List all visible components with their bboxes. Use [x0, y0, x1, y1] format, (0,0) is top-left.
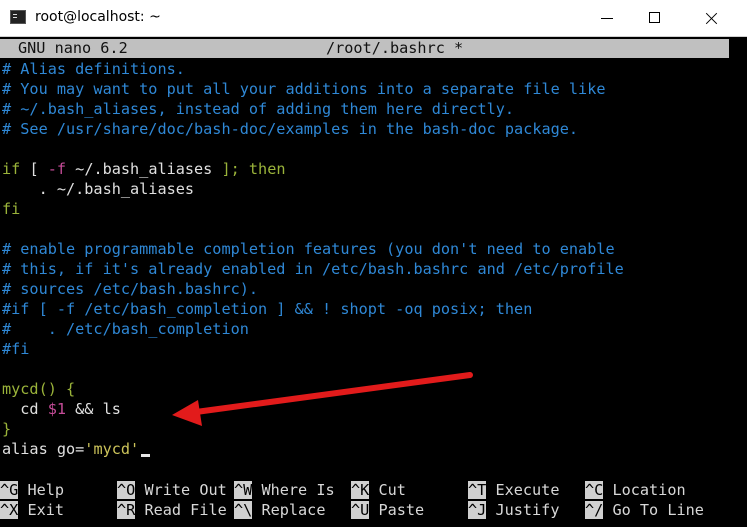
editor-line[interactable]: mycd() {	[2, 379, 75, 399]
shortcut-justify: ^J Justify	[468, 500, 559, 520]
shortcut-label: Write Out	[144, 481, 227, 499]
editor-line[interactable]: # this, if it's already enabled in /etc/…	[2, 259, 624, 279]
code-token: ~/.bash_aliases	[66, 160, 222, 178]
close-icon[interactable]	[688, 0, 734, 37]
editor-line[interactable]: #fi	[2, 339, 29, 359]
editor-line[interactable]: cd $1 && ls	[2, 399, 121, 419]
shortcut-key: ^C	[585, 481, 604, 499]
editor-line[interactable]: # Alias definitions.	[2, 59, 185, 79]
shortcut-replace: ^\ Replace	[234, 500, 325, 520]
window-titlebar[interactable]: root@localhost: ~	[0, 0, 747, 37]
shortcut-label: Location	[612, 481, 686, 499]
shortcut-key: ^R	[117, 501, 136, 519]
shortcut-write-out: ^O Write Out	[117, 480, 227, 500]
editor-line[interactable]: # See /usr/share/doc/bash-doc/examples i…	[2, 119, 578, 139]
editor-line[interactable]: }	[2, 419, 11, 439]
shortcut-label: Go To Line	[612, 501, 704, 519]
shortcut-label: Exit	[27, 501, 65, 519]
code-token: && ls	[66, 400, 121, 418]
shortcut-key: ^X	[0, 501, 19, 519]
maximize-icon[interactable]	[632, 0, 678, 37]
editor-line[interactable]: # enable programmable completion feature…	[2, 239, 615, 259]
editor-line[interactable]: # sources /etc/bash.bashrc).	[2, 279, 258, 299]
shortcut-paste: ^U Paste	[351, 500, 424, 520]
shortcut-key: ^\	[234, 501, 253, 519]
terminal-icon	[10, 10, 26, 24]
editor-line[interactable]: fi	[2, 199, 20, 219]
shortcut-help: ^G Help	[0, 480, 64, 500]
shortcut-label: Help	[27, 481, 65, 499]
text-cursor	[141, 454, 151, 457]
code-token: if	[2, 160, 21, 178]
shortcut-go-to-line: ^/ Go To Line	[585, 500, 704, 520]
shortcut-key: ^T	[468, 481, 487, 499]
code-token: ]; then	[221, 160, 286, 178]
nano-version: GNU nano 6.2	[18, 39, 128, 57]
shortcut-key: ^O	[117, 481, 136, 499]
shortcut-label: Read File	[144, 501, 227, 519]
nano-filename: /root/.bashrc *	[326, 39, 464, 57]
shortcut-key: ^W	[234, 481, 253, 499]
shortcut-location: ^C Location	[585, 480, 686, 500]
shortcut-key: ^K	[351, 481, 370, 499]
shortcut-read-file: ^R Read File	[117, 500, 227, 520]
shortcut-key: ^J	[468, 501, 487, 519]
shortcut-where-is: ^W Where Is	[234, 480, 335, 500]
shortcut-execute: ^T Execute	[468, 480, 559, 500]
editor-line[interactable]: #if [ -f /etc/bash_completion ] && ! sho…	[2, 299, 532, 319]
code-token: alias go=	[2, 440, 85, 458]
scrollbar[interactable]	[729, 38, 747, 527]
shortcut-label: Cut	[378, 481, 406, 499]
editor-line[interactable]: alias go='mycd'	[2, 439, 151, 459]
shortcut-label: Where Is	[261, 481, 335, 499]
shortcut-label: Replace	[261, 501, 326, 519]
minimize-icon[interactable]	[584, 0, 630, 37]
shortcut-key: ^G	[0, 481, 19, 499]
terminal-area[interactable]: GNU nano 6.2 /root/.bashrc * # Alias def…	[0, 38, 747, 527]
shortcut-exit: ^X Exit	[0, 500, 64, 520]
editor-line[interactable]: # . /etc/bash_completion	[2, 319, 249, 339]
code-token: -f	[47, 160, 67, 178]
shortcut-label: Paste	[378, 501, 425, 519]
shortcut-help-bar: ^G Help ^O Write Out ^W Where Is ^K Cut ^T E…	[0, 479, 729, 527]
code-token: cd	[2, 400, 48, 418]
editor-line[interactable]: if [ -f ~/.bash_aliases ]; then	[2, 159, 286, 179]
editor-line[interactable]: # You may want to put all your additions…	[2, 79, 605, 99]
shortcut-cut: ^K Cut	[351, 480, 406, 500]
shortcut-key: ^/	[585, 501, 604, 519]
code-token: mycd() {	[2, 380, 76, 398]
shortcut-label: Justify	[495, 501, 560, 519]
shortcut-label: Execute	[495, 481, 560, 499]
code-token: [	[20, 160, 48, 178]
code-token: $1	[47, 400, 67, 418]
nano-header: GNU nano 6.2 /root/.bashrc *	[0, 39, 729, 58]
window-title: root@localhost: ~	[35, 9, 161, 25]
shortcut-key: ^U	[351, 501, 370, 519]
editor-line[interactable]: . ~/.bash_aliases	[2, 179, 194, 199]
code-token: 'mycd'	[84, 440, 140, 458]
editor-line[interactable]: # ~/.bash_aliases, instead of adding the…	[2, 99, 514, 119]
